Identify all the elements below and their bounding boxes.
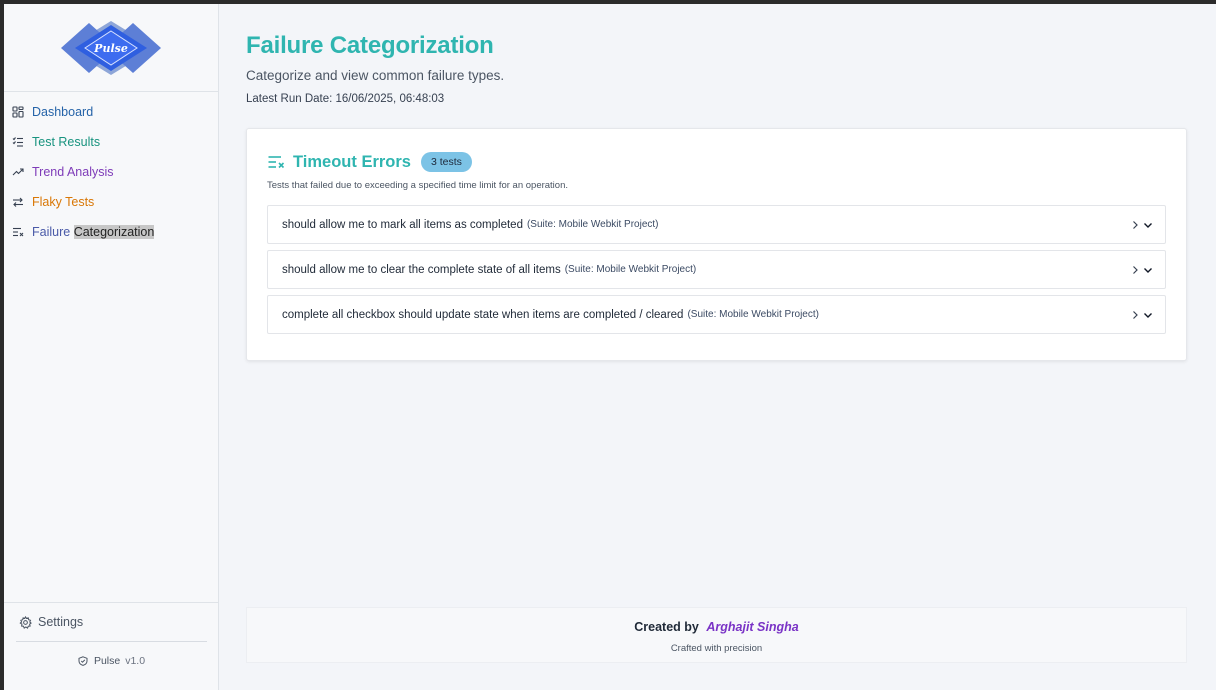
category-header: Timeout Errors 3 tests: [267, 149, 1166, 175]
chevron-right-icon: [1133, 220, 1138, 229]
sidebar-item-flaky-tests[interactable]: Flaky Tests: [4, 187, 218, 217]
expand-toggle[interactable]: [1130, 265, 1153, 275]
expand-toggle[interactable]: [1130, 220, 1153, 230]
test-suite: (Suite: Mobile Webkit Project): [564, 264, 697, 275]
settings-button[interactable]: Settings: [4, 603, 219, 641]
test-count-badge: 3 tests: [420, 152, 472, 172]
sidebar-item-trend-analysis[interactable]: Trend Analysis: [4, 157, 218, 187]
main-content: Failure Categorization Categorize and vi…: [246, 4, 1188, 361]
sidebar-item-failure-categorization[interactable]: Failure Categorization: [4, 217, 218, 247]
gear-icon: [19, 615, 32, 629]
sidebar-nav: Dashboard Test Results Trend Analysis Fl…: [4, 92, 218, 247]
test-name: should allow me to mark all items as com…: [282, 218, 523, 231]
version-info: Pulse v1.0: [4, 646, 219, 676]
chevron-down-icon: [1144, 222, 1152, 228]
sidebar-item-label: Trend Analysis: [32, 165, 114, 179]
test-row[interactable]: should allow me to clear the complete st…: [267, 250, 1166, 289]
sidebar: Pulse Dashboard Test Results Trend Analy…: [4, 4, 219, 690]
category-title: Timeout Errors: [293, 152, 411, 171]
app-name: Pulse: [93, 655, 121, 667]
chevron-down-icon: [1144, 267, 1152, 273]
credits: Created by Arghajit Singha: [247, 620, 1186, 634]
grid-icon: [11, 105, 25, 119]
pulse-logo[interactable]: Pulse: [59, 19, 163, 77]
page-footer: Created by Arghajit Singha Crafted with …: [246, 607, 1187, 663]
chevron-down-icon: [1144, 312, 1152, 318]
page-subtitle: Categorize and view common failure types…: [246, 68, 505, 83]
chevron-right-icon: [1133, 310, 1138, 319]
expand-toggle[interactable]: [1130, 310, 1153, 320]
divider: [16, 641, 207, 642]
sidebar-item-label: Test Results: [32, 135, 101, 149]
list-x-icon: [267, 153, 285, 171]
latest-run-date: Latest Run Date: 16/06/2025, 06:48:03: [246, 93, 445, 105]
list-x-icon: [11, 225, 25, 239]
page-title: Failure Categorization: [246, 32, 494, 59]
test-name: complete all checkbox should update stat…: [282, 308, 684, 321]
chevron-right-icon: [1133, 265, 1138, 274]
test-list: should allow me to mark all items as com…: [267, 205, 1166, 334]
shield-icon: [78, 656, 88, 666]
svg-text:Pulse: Pulse: [93, 42, 128, 55]
logo-area: Pulse: [4, 4, 218, 92]
sidebar-item-label: Flaky Tests: [32, 195, 95, 209]
settings-label: Settings: [38, 615, 84, 629]
test-name: should allow me to clear the complete st…: [282, 263, 561, 276]
sidebar-item-dashboard[interactable]: Dashboard: [4, 97, 218, 127]
sidebar-item-label: Dashboard: [32, 105, 94, 119]
app-window: Pulse Dashboard Test Results Trend Analy…: [4, 4, 1216, 690]
test-suite: (Suite: Mobile Webkit Project): [526, 219, 659, 230]
sidebar-footer: Settings Pulse v1.0: [4, 602, 219, 690]
footer-tagline: Crafted with precision: [670, 643, 763, 654]
test-row[interactable]: should allow me to mark all items as com…: [267, 205, 1166, 244]
category-description: Tests that failed due to exceeding a spe…: [267, 180, 569, 191]
sidebar-item-label-highlight: Categorization: [73, 225, 155, 239]
failure-category-card: Timeout Errors 3 tests Tests that failed…: [246, 128, 1187, 361]
author-name: Arghajit Singha: [706, 620, 799, 634]
test-suite: (Suite: Mobile Webkit Project): [687, 309, 819, 320]
sidebar-item-test-results[interactable]: Test Results: [4, 127, 218, 157]
test-row[interactable]: complete all checkbox should update stat…: [267, 295, 1166, 334]
app-version: v1.0: [125, 655, 146, 667]
sidebar-item-label: Failure: [32, 225, 71, 239]
repeat-arrows-icon: [11, 195, 25, 209]
list-check-icon: [11, 135, 25, 149]
trend-up-icon: [11, 165, 25, 179]
created-by-label: Created by: [634, 620, 699, 634]
